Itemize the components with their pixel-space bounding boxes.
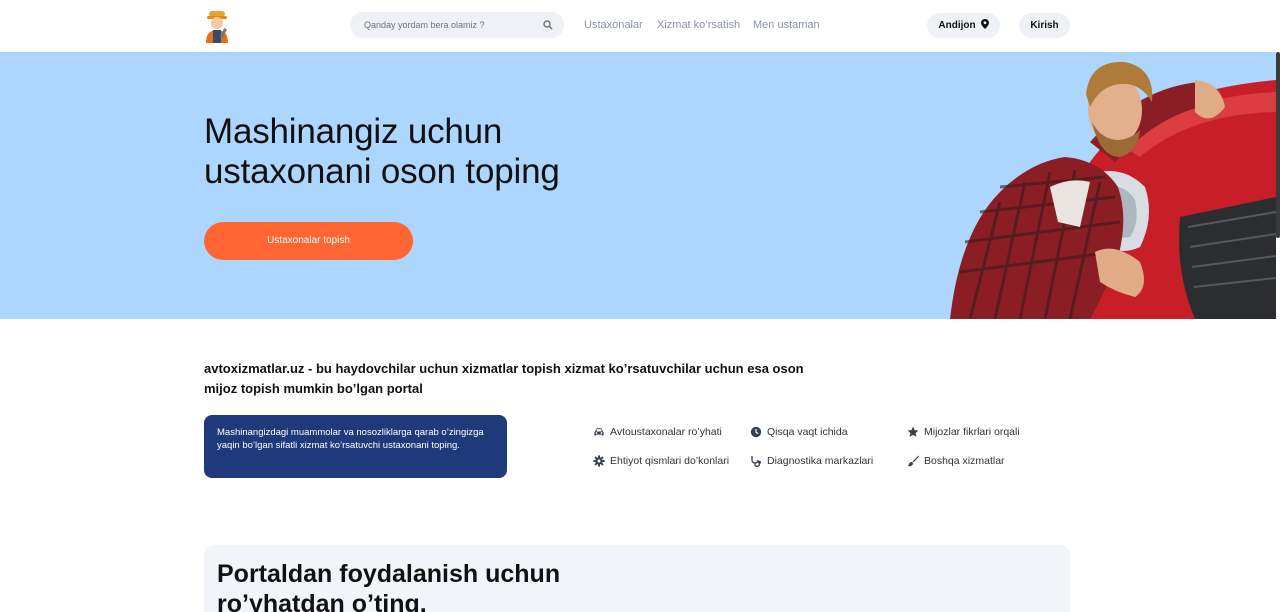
search-bar[interactable]: Qanday yordam bera olamiz ? <box>350 12 564 38</box>
find-workshops-button[interactable]: Ustaxonalar topish <box>204 222 413 260</box>
hero-title: Mashinangiz uchun ustaxonani oson toping <box>204 112 560 191</box>
location-pin-icon <box>980 19 989 29</box>
search-icon[interactable] <box>543 20 553 30</box>
star-icon <box>907 426 919 437</box>
city-selector[interactable]: Andijon <box>927 13 1000 38</box>
info-card: Mashinangizdagi muammolar va nosozliklar… <box>204 415 507 478</box>
hero-man-hugging-car-image <box>950 61 1276 319</box>
hero-banner: Mashinangiz uchun ustaxonani oson toping… <box>0 52 1276 319</box>
gear-icon <box>593 455 605 467</box>
nav-xizmat-korsatish[interactable]: Xizmat ko’rsatish <box>657 0 740 50</box>
feature-label: Boshqa xizmatlar <box>924 455 1005 467</box>
register-title: Portaldan foydalanish uchun ro’yhatdan o… <box>217 560 561 612</box>
feature-label: Avtoustaxonalar ro’yhati <box>610 426 722 438</box>
search-input[interactable]: Qanday yordam bera olamiz ? <box>364 12 485 38</box>
register-panel: Portaldan foydalanish uchun ro’yhatdan o… <box>204 545 1070 612</box>
nav-ustaxonalar[interactable]: Ustaxonalar <box>584 0 643 50</box>
stethoscope-icon <box>751 456 761 467</box>
feature-label: Mijozlar fikrlari orqali <box>924 426 1020 438</box>
clock-icon <box>750 426 762 438</box>
nav-men-ustaman[interactable]: Men ustaman <box>753 0 820 50</box>
mechanic-logo[interactable] <box>203 8 231 44</box>
page-scrollbar[interactable] <box>1276 52 1280 238</box>
brush-icon <box>907 455 919 467</box>
feature-label: Qisqa vaqt ichida <box>767 426 848 438</box>
feature-label: Diagnostika markazlari <box>767 455 874 467</box>
top-navbar: Qanday yordam bera olamiz ? Ustaxonalar … <box>0 0 1280 52</box>
car-icon <box>594 428 604 436</box>
portal-description: avtoxizmatlar.uz - bu haydovchilar uchun… <box>204 361 804 396</box>
feature-label: Ehtiyot qismlari do’konlari <box>610 455 730 467</box>
login-button[interactable]: Kirish <box>1019 13 1070 38</box>
city-label: Andijon <box>938 20 976 31</box>
